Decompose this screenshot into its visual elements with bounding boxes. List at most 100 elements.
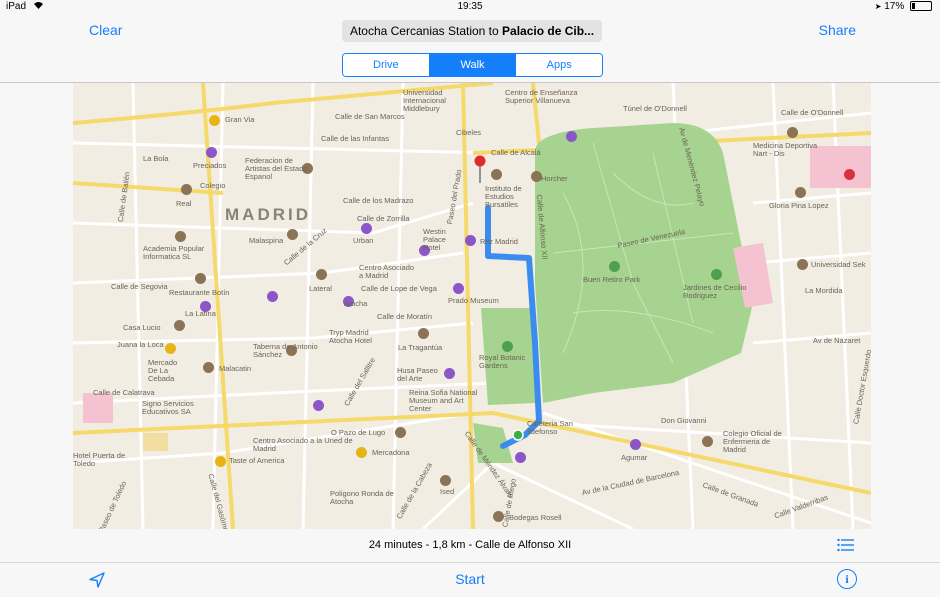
map-label: Av de Nazaret <box>813 336 861 345</box>
map-label: Calle de Moratín <box>377 312 433 321</box>
transport-mode-selector: Drive Walk Apps <box>342 53 603 77</box>
route-to: Palacio de Cib... <box>502 24 595 38</box>
status-bar: iPad 19:35 ➤ 17% <box>0 0 940 14</box>
restaurant-icon <box>418 328 429 339</box>
map-label: Academia Popular Informatica SL <box>143 244 205 261</box>
map-label: Cafeteria San Ildefonso <box>527 419 573 436</box>
hotel-icon <box>465 235 476 246</box>
hotel-icon <box>361 223 372 234</box>
map-view[interactable]: MADRID Gran Via La Bola Preciados Federa… <box>73 83 871 529</box>
route-title[interactable]: Atocha Cercanias Station to Palacio de C… <box>342 20 602 42</box>
school-icon <box>702 436 713 447</box>
hotel-icon <box>630 439 641 450</box>
park-icon <box>609 261 620 272</box>
restaurant-icon <box>195 273 206 284</box>
school-icon <box>175 231 186 242</box>
map-label: O Pazo de Lugo <box>331 428 386 437</box>
park-icon <box>711 269 722 280</box>
map-label: La Latina <box>185 309 216 318</box>
poi-icon <box>566 131 577 142</box>
map-label: Centro de Enseñanza Superior Villanueva <box>505 88 578 105</box>
map-label: La Tragantúa <box>398 343 443 352</box>
park-icon <box>502 341 513 352</box>
map-label: Signo Servicios Educativos SA <box>142 399 194 416</box>
map-label: Malacatin <box>219 364 252 373</box>
map-label: Buen Retiro Park <box>583 275 641 284</box>
map-label: Atocha <box>344 299 368 308</box>
route-from: Atocha Cercanias Station to <box>349 24 503 38</box>
map-label: Calle de Calatrava <box>93 388 155 397</box>
map-label: Calle de Alcalá <box>491 148 541 157</box>
map-label: Horcher <box>541 174 568 183</box>
hotel-icon <box>206 147 217 158</box>
map-label: Husa Paseo del Arte <box>397 366 438 383</box>
map-label: Calle de O'Donnell <box>781 108 844 117</box>
map-label: Centro Asociado a la Uned de Madrid <box>253 436 353 453</box>
clear-button[interactable]: Clear <box>89 22 122 38</box>
map-label: Calle de los Madrazo <box>343 196 414 205</box>
shopping-icon <box>215 456 226 467</box>
restaurant-icon <box>174 320 185 331</box>
map-label: Real <box>176 199 192 208</box>
shopping-icon <box>356 447 367 458</box>
info-icon[interactable]: i <box>837 569 857 589</box>
map-label: Calle de Lope de Vega <box>361 284 437 293</box>
map-label: Colegio <box>200 181 226 190</box>
map-label: Mercadona <box>372 448 410 457</box>
map-label: Don Giovanni <box>661 416 707 425</box>
map-label: La Mordida <box>805 286 843 295</box>
map-label: Reina Sofia National Museum and Art Cent… <box>409 388 478 413</box>
map-label: Gran Via <box>225 115 255 124</box>
map-label: Prado Museum <box>448 296 499 305</box>
museum-icon <box>267 291 278 302</box>
map-label: Malaspina <box>249 236 284 245</box>
hotel-icon <box>313 400 324 411</box>
start-navigation: Start <box>0 571 940 587</box>
status-time: 19:35 <box>457 1 483 12</box>
share-button[interactable]: Share <box>819 22 856 38</box>
map-canvas <box>73 83 871 529</box>
map-label: Taberna de Antonio Sánchez <box>253 342 318 359</box>
start-button[interactable]: Start <box>455 571 485 587</box>
list-icon[interactable] <box>837 538 854 552</box>
map-label: Calle de Segovia <box>111 282 168 291</box>
map-label: Ised <box>440 487 455 496</box>
map-label: Juana la Loca <box>117 340 164 349</box>
map-label: Westin Palace Hotel <box>423 227 446 252</box>
segment-apps[interactable]: Apps <box>516 54 602 76</box>
map-label: Preciados <box>193 161 227 170</box>
bottom-toolbar: Start i <box>0 563 940 597</box>
location-arrow-icon: ➤ <box>874 2 882 11</box>
map-label: Calle de Zorrilla <box>357 214 410 223</box>
school-icon <box>440 475 451 486</box>
segment-drive[interactable]: Drive <box>343 54 430 76</box>
battery-percent: 17% <box>884 1 905 12</box>
city-label: MADRID <box>225 205 311 224</box>
map-label: Cibeles <box>456 128 482 137</box>
map-label: Agumar <box>621 453 648 462</box>
segment-walk[interactable]: Walk <box>429 54 517 76</box>
school-icon <box>491 169 502 180</box>
map-label: Restaurante Botín <box>169 288 230 297</box>
map-label: Colegio Oficial de Enfermeria de Madrid <box>723 429 782 454</box>
train-station-icon <box>515 452 526 463</box>
hospital-icon <box>844 169 855 180</box>
map-label: Calle de las Infantas <box>321 134 389 143</box>
route-info-bar: 24 minutes - 1,8 km - Calle de Alfonso X… <box>0 529 940 563</box>
map-label: Urban <box>353 236 374 245</box>
map-label: Universidad Sek <box>811 260 866 269</box>
school-icon <box>795 187 806 198</box>
map-label: Medicina Deportiva Nart - Dis <box>753 141 818 158</box>
restaurant-icon <box>395 427 406 438</box>
museum-icon <box>453 283 464 294</box>
map-label: Poligono Ronda de Atocha <box>330 489 394 506</box>
restaurant-icon <box>287 229 298 240</box>
shopping-icon <box>165 343 176 354</box>
poi-icon <box>209 115 220 126</box>
battery-icon <box>910 1 932 12</box>
hotel-icon <box>444 368 455 379</box>
map-label: Casa Lucio <box>123 323 161 332</box>
school-icon <box>797 259 808 270</box>
map-label: Lateral <box>309 284 332 293</box>
map-label: Bodegas Rosell <box>509 513 562 522</box>
